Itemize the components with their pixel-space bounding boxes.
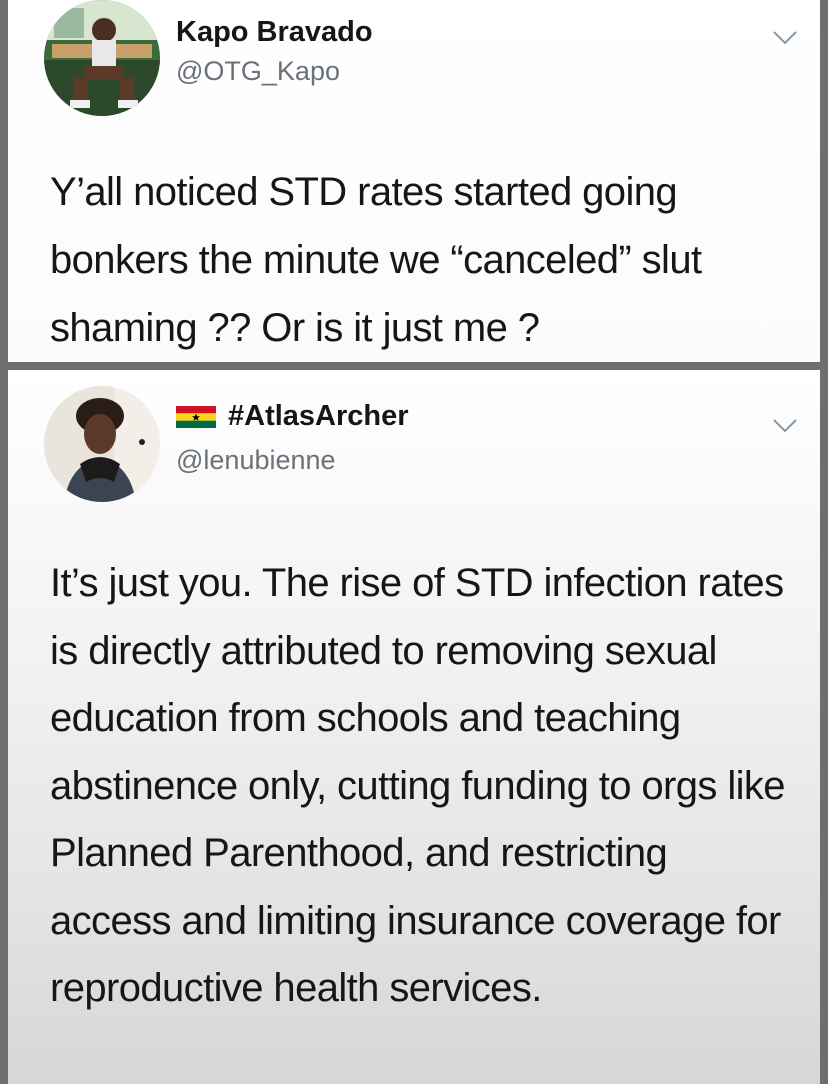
- tweet-text: Y’all noticed STD rates started going bo…: [50, 170, 702, 350]
- avatar[interactable]: [44, 386, 160, 502]
- handle[interactable]: @OTG_Kapo: [176, 56, 340, 87]
- tweet-card-2[interactable]: #AtlasArcher @lenubienne It’s just you. …: [8, 370, 820, 1084]
- chevron-down-icon[interactable]: [772, 418, 798, 434]
- display-name[interactable]: #AtlasArcher: [228, 400, 409, 433]
- ghana-flag-icon: [176, 405, 216, 428]
- tweet-text: It’s just you. The rise of STD infection…: [50, 561, 786, 1010]
- avatar[interactable]: [44, 0, 160, 116]
- chevron-down-icon[interactable]: [772, 30, 798, 46]
- display-name[interactable]: Kapo Bravado: [176, 16, 373, 49]
- tweet-card-1[interactable]: Kapo Bravado @OTG_Kapo Y’all noticed STD…: [8, 0, 820, 362]
- handle[interactable]: @lenubienne: [176, 445, 336, 476]
